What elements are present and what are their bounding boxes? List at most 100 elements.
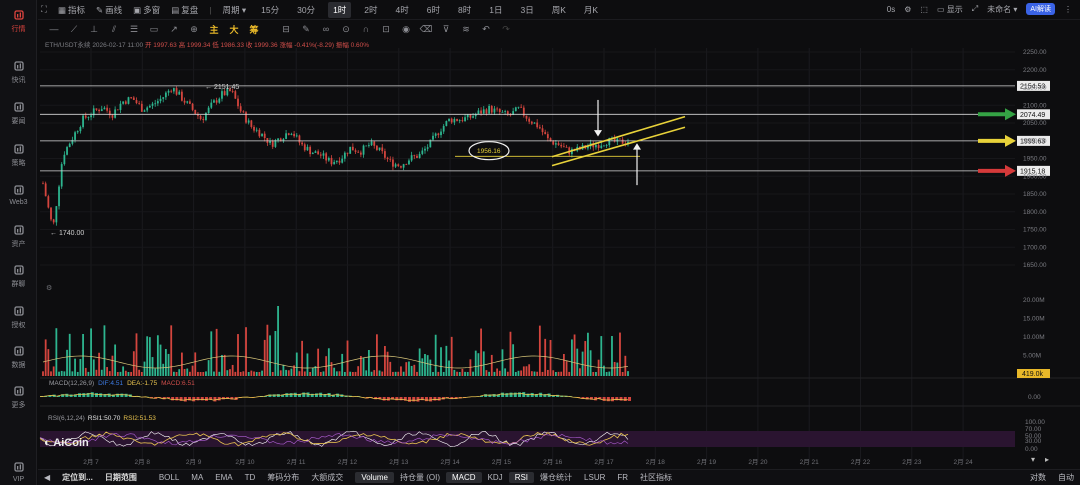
volume-bar: [263, 339, 266, 376]
indicator-7[interactable]: 大额成交: [305, 471, 349, 484]
sidebar-item-10[interactable]: VIP: [0, 455, 37, 485]
pane-settings-icon[interactable]: ⚙: [46, 284, 52, 292]
sidebar-item-0[interactable]: 行情: [0, 4, 37, 38]
sidebar-item-7[interactable]: 授权: [0, 300, 37, 334]
period-4[interactable]: 4时: [391, 2, 414, 18]
rect-icon[interactable]: ▭: [144, 24, 164, 35]
more-icon[interactable]: ⋮: [1064, 5, 1072, 14]
vertical-line-icon[interactable]: ⊥: [84, 24, 104, 35]
period-2[interactable]: 1时: [328, 1, 352, 18]
indicator-10[interactable]: MACD: [446, 472, 482, 483]
macd-bar: [264, 396, 268, 397]
ai-interpret-button[interactable]: AI解读: [1026, 3, 1055, 15]
indicator-4[interactable]: EMA: [209, 472, 238, 483]
indicator-2[interactable]: BOLL: [153, 472, 185, 483]
period-6[interactable]: 8时: [453, 2, 476, 18]
volume-bar: [306, 353, 309, 376]
log-toggle[interactable]: 对数: [1024, 471, 1052, 484]
channel-lower[interactable]: [551, 126, 686, 167]
auto-toggle[interactable]: 自动: [1052, 471, 1080, 484]
indicator-1[interactable]: 日期范围: [99, 471, 143, 484]
sidebar-item-6[interactable]: 群聊: [0, 259, 37, 293]
indicator-11[interactable]: KDJ: [482, 472, 509, 483]
redo-icon[interactable]: ↷: [496, 24, 516, 35]
macd-bar: [149, 397, 153, 399]
macd-bar: [331, 394, 335, 397]
period-button[interactable]: 周期 ▾: [217, 2, 251, 18]
period-9[interactable]: 周K: [547, 2, 571, 18]
ray-line-icon[interactable]: ⟋: [64, 24, 84, 35]
volume-bar: [197, 371, 199, 376]
big-tool[interactable]: 大: [224, 23, 244, 36]
display-button[interactable]: ▭ 显示: [937, 4, 963, 15]
candle-body: [116, 109, 119, 111]
sidebar-item-1[interactable]: 快讯: [0, 55, 37, 89]
period-1[interactable]: 30分: [292, 2, 320, 18]
main-tool[interactable]: 主: [204, 23, 224, 36]
chart-canvas[interactable]: 2154.53 2074.49 1999.63 1915.18 1956.16 ← 21…: [0, 0, 1080, 485]
period-8[interactable]: 3日: [515, 2, 538, 18]
indicator-14[interactable]: LSUR: [578, 472, 611, 483]
sidebar-item-9[interactable]: 更多: [0, 380, 37, 414]
sidebar-item-8[interactable]: 数据: [0, 340, 37, 374]
candle-body: [106, 107, 109, 111]
candle-body: [311, 152, 314, 155]
lock-icon[interactable]: ⊡: [376, 24, 396, 35]
sidebar-item-3[interactable]: 策略: [0, 138, 37, 172]
horizontal-line-icon[interactable]: —: [44, 24, 64, 34]
user-button[interactable]: 未命名 ▾: [987, 4, 1017, 15]
sidebar-item-5[interactable]: 资产: [0, 219, 37, 253]
screenshot-icon[interactable]: ⬚: [920, 5, 928, 14]
volume-bar: [458, 372, 461, 376]
channel-upper[interactable]: [551, 115, 686, 158]
fib-icon[interactable]: ☰: [124, 24, 144, 35]
channel-icon[interactable]: ⫽: [104, 24, 124, 35]
expand-pane-icon[interactable]: ▸: [1045, 455, 1049, 464]
sidebar-item-4[interactable]: Web3: [0, 178, 37, 212]
indicator-5[interactable]: TD: [239, 472, 262, 483]
indicator-button[interactable]: ▦ 指标: [53, 2, 90, 18]
indicator-13[interactable]: 爆仓统计: [534, 471, 578, 484]
replay-button[interactable]: ▤ 复盘: [166, 2, 203, 18]
indicator-3[interactable]: MA: [185, 472, 209, 483]
volume-bar: [461, 368, 464, 376]
period-7[interactable]: 1日: [484, 2, 507, 18]
highlight-circle[interactable]: [468, 141, 510, 161]
cross-icon[interactable]: ⊕: [184, 24, 204, 35]
sidebar-item-2[interactable]: 要闻: [0, 96, 37, 130]
indicator-15[interactable]: FR: [611, 472, 634, 483]
macd-bar: [382, 397, 386, 401]
volume-current-label: 419.0k: [1022, 371, 1044, 378]
indicator-6[interactable]: 筹码分布: [261, 471, 305, 484]
pencil-icon[interactable]: ✎: [296, 24, 316, 35]
filter-icon[interactable]: ⊽: [436, 24, 456, 35]
undo-icon[interactable]: ↶: [476, 24, 496, 35]
measure-icon[interactable]: ⊟: [276, 24, 296, 35]
indicator-0[interactable]: 定位到...: [56, 471, 99, 484]
fullscreen-icon[interactable]: ⤢: [972, 4, 978, 14]
expand-icon[interactable]: ⛶: [38, 2, 52, 17]
layers-icon[interactable]: ≋: [456, 24, 476, 35]
draw-line-button[interactable]: ✎ 画线: [91, 2, 127, 18]
period-5[interactable]: 6时: [422, 2, 445, 18]
link-icon[interactable]: ∞: [316, 24, 336, 34]
volume-bar: [359, 355, 362, 376]
candle-body: [464, 117, 466, 122]
arrow-tool-icon[interactable]: ↗: [164, 24, 184, 35]
indicator-16[interactable]: 社区指标: [634, 471, 678, 484]
indicator-9[interactable]: 持仓量 (OI): [394, 471, 446, 484]
collapse-pane-icon[interactable]: ▾: [1031, 455, 1035, 464]
eye-icon[interactable]: ◉: [396, 24, 416, 35]
indicator-8[interactable]: Volume: [355, 472, 394, 483]
multi-window-button[interactable]: ▣ 多窗: [128, 2, 165, 18]
chip-tool[interactable]: 筹: [244, 23, 264, 36]
settings-icon[interactable]: ⚙: [904, 5, 911, 14]
indicator-12[interactable]: RSI: [508, 472, 535, 483]
period-10[interactable]: 月K: [579, 2, 603, 18]
collapse-icon[interactable]: ◀: [38, 472, 56, 483]
zoom-icon[interactable]: ⊙: [336, 24, 356, 35]
period-0[interactable]: 15分: [256, 2, 284, 18]
magnet-icon[interactable]: ∩: [356, 24, 376, 34]
period-3[interactable]: 2时: [359, 2, 382, 18]
trash-icon[interactable]: ⌫: [416, 24, 436, 35]
